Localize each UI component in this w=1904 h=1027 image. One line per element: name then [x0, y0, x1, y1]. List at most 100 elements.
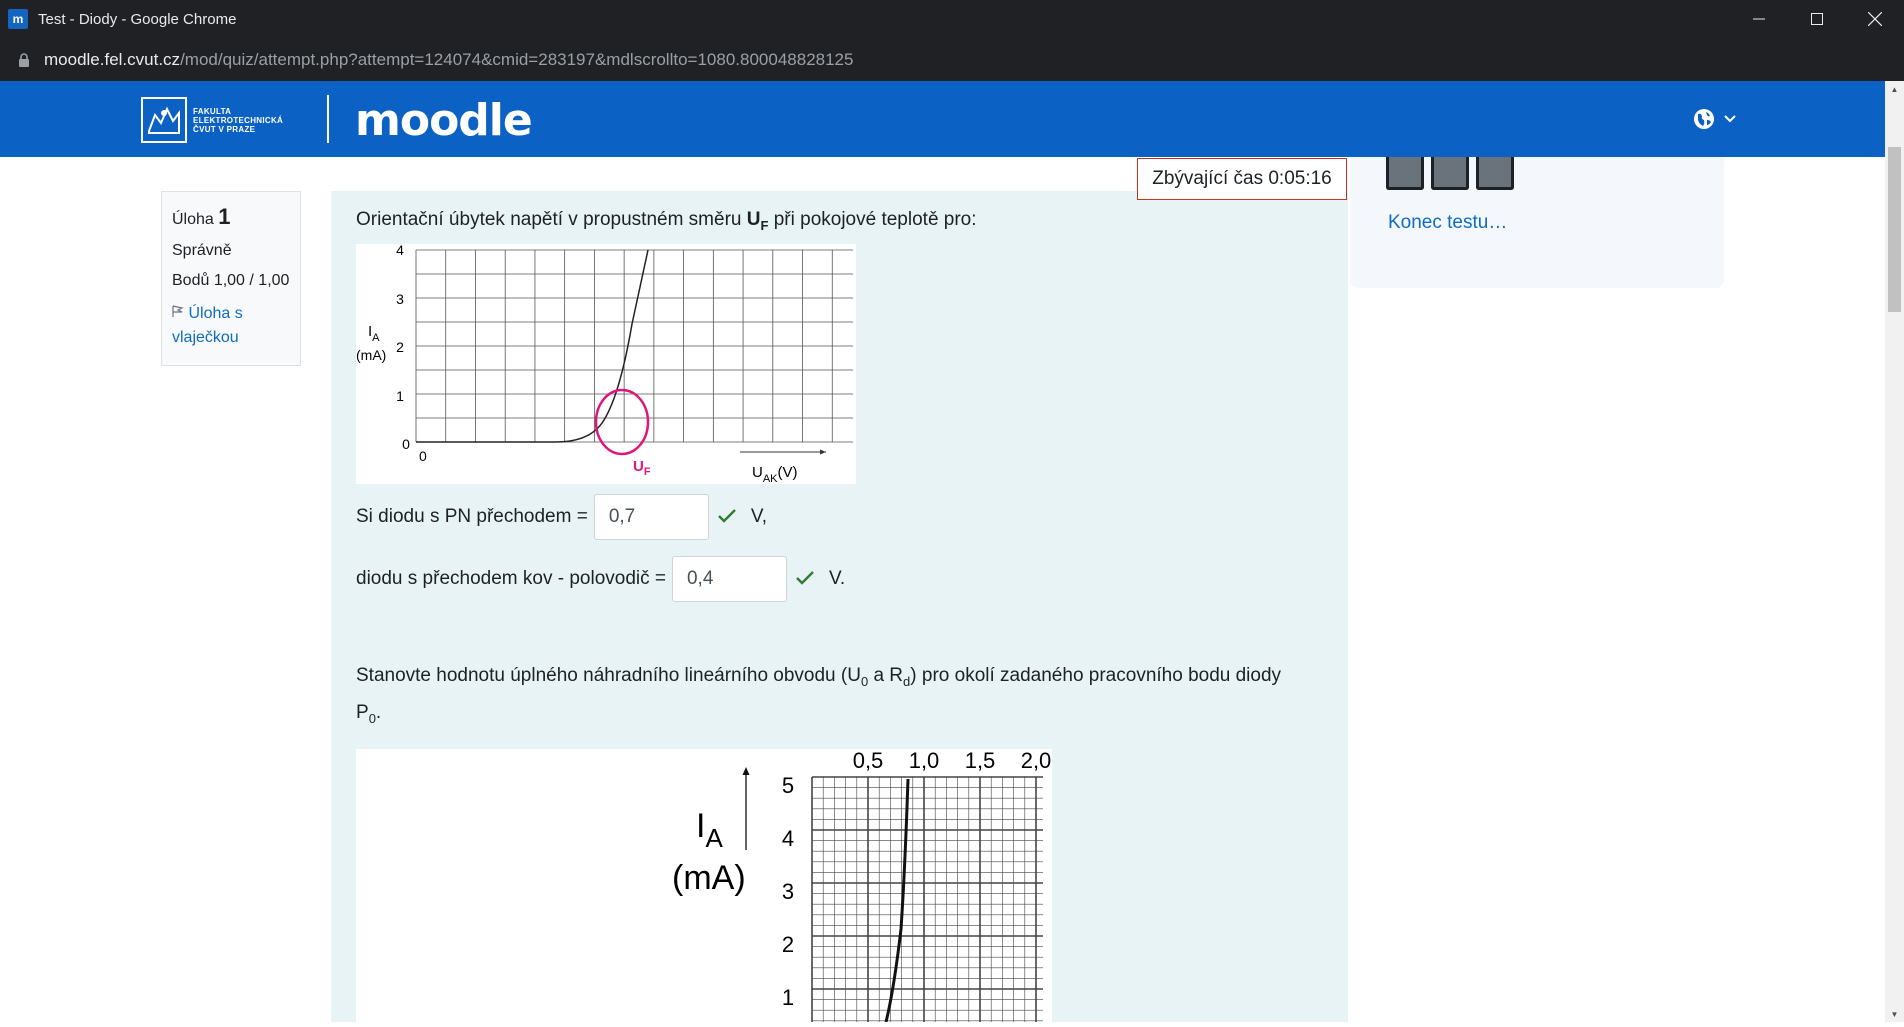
uf-marker-ellipse: [594, 388, 650, 456]
quiz-nav-question-button[interactable]: [1476, 157, 1514, 190]
minimize-button[interactable]: [1736, 0, 1782, 38]
si-diode-unit: V,: [750, 506, 768, 527]
maximize-icon: [1811, 13, 1823, 25]
scroll-down-arrow-icon[interactable]: ▼: [1885, 1006, 1904, 1022]
x-tick-label: 1,5: [965, 749, 996, 773]
question-info: Úloha 1 Správně Bodů 1,00 / 1,00 Úloha s…: [161, 191, 301, 366]
y-axis-letter: I: [696, 807, 705, 845]
x-tick-label: 1,0: [909, 749, 940, 773]
correct-check-icon: [717, 504, 737, 530]
correct-check-icon: [795, 566, 815, 592]
y-tick-label: 4: [782, 826, 794, 851]
y-tick-label: 0: [402, 436, 410, 452]
y-tick-label: 5: [782, 773, 794, 798]
close-window-button[interactable]: [1852, 0, 1898, 38]
schottky-diode-unit: V.: [828, 568, 846, 589]
quiz-timer: Zbývající čas 0:05:16: [1137, 158, 1347, 200]
answer-row-schottky: diodu s přechodem kov - polovodič = 0,4 …: [356, 556, 845, 602]
schottky-diode-answer-input[interactable]: 0,4: [671, 556, 787, 602]
question-label: Úloha: [172, 211, 214, 228]
question-text-2: Stanovte hodnotu úplného náhradního line…: [356, 660, 1296, 734]
address-bar[interactable]: moodle.fel.cvut.cz/mod/quiz/attempt.php?…: [0, 38, 1904, 81]
uf-symbol-letter: U: [746, 209, 761, 230]
si-diode-label: Si diodu s PN přechodem =: [356, 506, 588, 527]
x-axis-unit: (V): [778, 464, 798, 481]
x-axis-letter: U: [752, 464, 763, 481]
question-number-value: 1: [218, 204, 231, 229]
scrollbar-thumb[interactable]: [1888, 147, 1901, 312]
y-axis-sub: A: [372, 332, 380, 344]
quiz-nav-question-button[interactable]: [1386, 157, 1424, 190]
question-text-part: a R: [868, 665, 904, 686]
y-axis-sub: A: [705, 823, 723, 853]
institution-line: ELEKTROTECHNICKÁ: [193, 115, 284, 125]
globe-icon: [1694, 109, 1714, 129]
scroll-up-arrow-icon[interactable]: ▲: [1885, 81, 1904, 97]
y-tick-label: 2: [782, 932, 794, 957]
x-axis-label: UAK(V): [752, 464, 798, 484]
question-grade: Bodů 1,00 / 1,00: [172, 272, 290, 289]
institution-line: ČVUT V PRAZE: [193, 124, 256, 134]
moodle-navbar: FAKULTA ELEKTROTECHNICKÁ ČVUT V PRAZE mo…: [0, 81, 1885, 157]
subscript: 0: [368, 710, 376, 726]
y-tick-label: 3: [782, 879, 794, 904]
x-tick-label: 0,5: [853, 749, 884, 773]
lock-icon: [19, 52, 29, 67]
si-diode-answer-input[interactable]: 0,7: [593, 494, 709, 540]
moodle-logo[interactable]: moodle: [355, 95, 533, 146]
language-menu-button[interactable]: [1693, 105, 1747, 133]
diode-characteristic-figure: 4 3 2 1 0 0 IA (mA) UF UAK(V): [356, 242, 856, 485]
question-text: Orientační úbytek napětí v propustném sm…: [356, 209, 977, 233]
chevron-down-icon: [1724, 115, 1736, 123]
operating-point-figure: 0,5 1,0 1,5 2,0 5 4 3 2 1 IA (mA): [356, 748, 1052, 1023]
diode-characteristic-svg: 4 3 2 1 0 0 IA (mA) UF UAK(V): [356, 242, 853, 485]
url-path: /mod/quiz/attempt.php?attempt=124074&cmi…: [180, 49, 854, 69]
flag-icon: [172, 305, 184, 317]
url-host: moodle.fel.cvut.cz: [44, 49, 181, 69]
schottky-diode-label: diodu s přechodem kov - polovodič =: [356, 568, 666, 589]
question-number: Úloha 1: [172, 204, 290, 230]
url-text[interactable]: moodle.fel.cvut.cz/mod/quiz/attempt.php?…: [44, 50, 853, 70]
uf-marker-label: UF: [633, 458, 651, 478]
y-tick-label: 1: [396, 388, 404, 404]
maximize-button[interactable]: [1794, 0, 1840, 38]
question-text-part: Orientační úbytek napětí v propustném sm…: [356, 209, 747, 230]
quiz-nav-question-button[interactable]: [1431, 157, 1469, 190]
x-origin-label: 0: [419, 448, 427, 464]
ctu-fee-logo[interactable]: FAKULTA ELEKTROTECHNICKÁ ČVUT V PRAZE: [141, 97, 301, 143]
x-axis-sub: AK: [763, 473, 778, 484]
y-axis-unit: (mA): [356, 347, 386, 363]
uf-marker-sub: F: [644, 466, 651, 478]
y-axis-label: IA: [696, 807, 723, 853]
flag-question-link[interactable]: Úloha s vlaječkou: [172, 302, 290, 350]
grid: [415, 249, 853, 443]
close-icon: [1868, 12, 1882, 26]
finish-attempt-link[interactable]: Konec testu…: [1388, 212, 1507, 234]
uf-symbol: UF: [746, 209, 769, 233]
grid: [811, 776, 1043, 1022]
answer-row-si: Si diodu s PN přechodem = 0,7 V,: [356, 494, 767, 540]
y-axis-arrowhead: [742, 767, 750, 775]
y-axis-label: IA: [368, 323, 380, 344]
x-axis-arrowhead: [820, 449, 826, 455]
question-state: Správně: [172, 242, 232, 259]
question-text-part: Stanovte hodnotu úplného náhradního line…: [356, 665, 861, 686]
diode-curve: [884, 778, 910, 1023]
institution-line: FAKULTA: [193, 106, 232, 116]
operating-point-svg: 0,5 1,0 1,5 2,0 5 4 3 2 1 IA (mA): [672, 748, 1052, 1023]
moodle-favicon-icon: m: [8, 9, 28, 29]
institution-name: FAKULTA ELEKTROTECHNICKÁ ČVUT V PRAZE: [193, 107, 283, 134]
question-text-part: .: [375, 701, 382, 723]
y-axis-unit: (mA): [672, 859, 746, 897]
window-title: Test - Diody - Google Chrome: [38, 10, 237, 28]
browser-titlebar: m Test - Diody - Google Chrome: [0, 0, 1904, 38]
ctu-emblem-icon: [141, 97, 187, 143]
question-text-part: při pokojové teplotě pro:: [768, 209, 977, 230]
uf-marker-letter: U: [633, 458, 644, 475]
y-tick-label: 3: [396, 291, 404, 307]
navbar-divider: [327, 95, 329, 143]
y-tick-label: 1: [782, 985, 794, 1010]
y-tick-label: 4: [396, 244, 404, 258]
minimize-icon: [1753, 18, 1765, 20]
x-tick-label: 2,0: [1021, 749, 1052, 773]
